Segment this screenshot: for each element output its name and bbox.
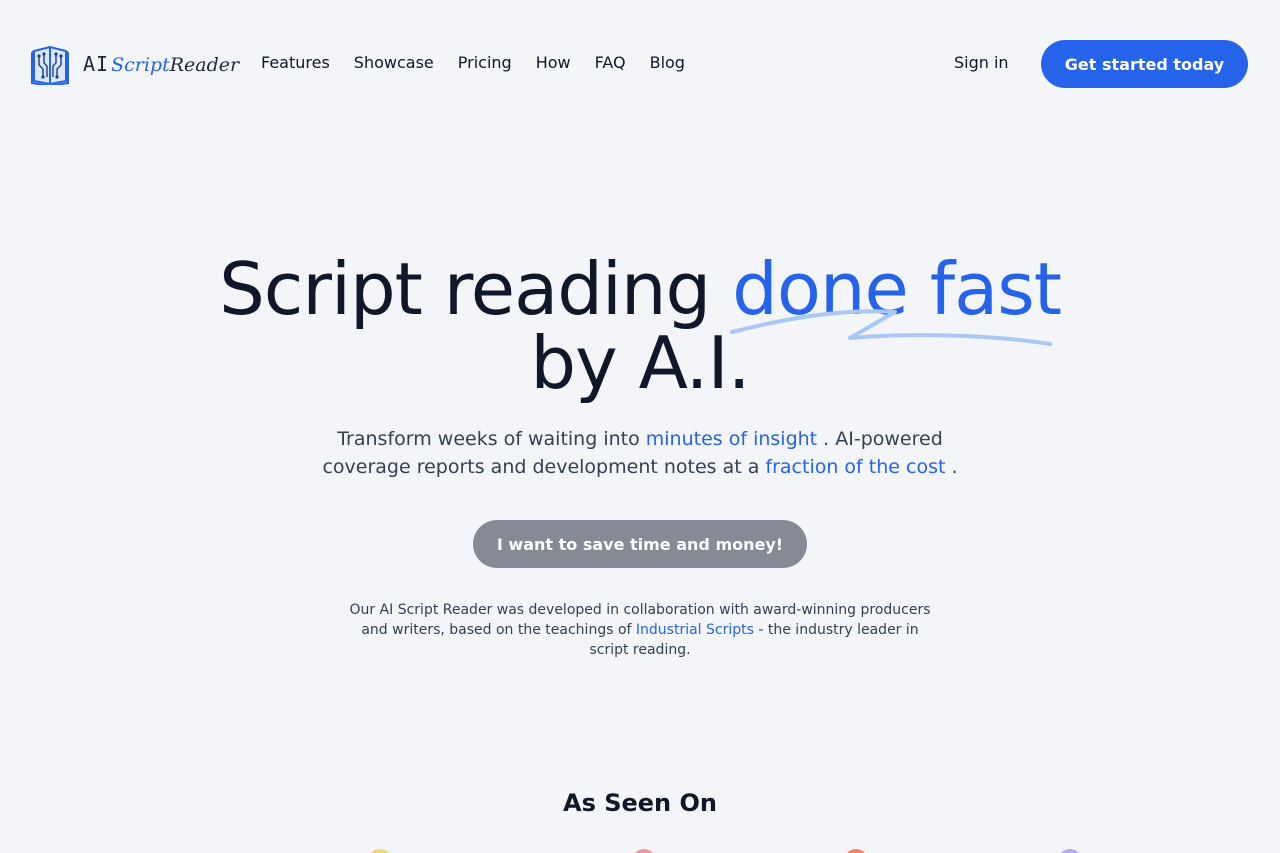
subtitle-highlight-insight: minutes of insight: [645, 428, 818, 450]
nav-faq[interactable]: FAQ: [595, 52, 626, 74]
hero-subtitle: Transform weeks of waiting into minutes …: [300, 425, 980, 481]
hero-title-part2: by A.I.: [530, 321, 750, 405]
nav-blog[interactable]: Blog: [650, 52, 685, 74]
press-logos-strip: [30, 846, 1250, 853]
sign-in-link[interactable]: Sign in: [954, 52, 1009, 74]
book-circuit-icon: [31, 45, 69, 85]
brand-logo[interactable]: AI Script Reader: [31, 43, 239, 85]
press-logo-4: [1058, 849, 1082, 853]
subtitle-part1: Transform weeks of waiting into: [337, 428, 646, 450]
brand-script: Script: [111, 54, 170, 76]
main-nav: Features Showcase Pricing How FAQ Blog: [261, 52, 685, 74]
save-time-money-button[interactable]: I want to save time and money!: [473, 520, 807, 568]
nav-how[interactable]: How: [536, 52, 571, 74]
hero-title-part1: Script reading: [219, 247, 733, 331]
site-header: AI Script Reader Features Showcase Prici…: [0, 0, 1280, 126]
as-seen-on-heading: As Seen On: [563, 789, 717, 817]
industrial-scripts-link[interactable]: Industrial Scripts: [636, 622, 754, 638]
collaboration-blurb: Our AI Script Reader was developed in co…: [340, 600, 940, 660]
press-logo-1: [368, 849, 392, 853]
hero-title: Script reading done fast by A.I.: [0, 252, 1280, 400]
nav-features[interactable]: Features: [261, 52, 330, 74]
press-logo-2: [632, 849, 656, 853]
nav-pricing[interactable]: Pricing: [458, 52, 512, 74]
brand-reader: Reader: [169, 54, 240, 76]
brand-ai: AI: [83, 52, 110, 76]
press-logo-3: [844, 849, 868, 853]
get-started-button[interactable]: Get started today: [1041, 40, 1248, 88]
hand-drawn-underline: [730, 309, 1052, 346]
nav-showcase[interactable]: Showcase: [354, 52, 434, 74]
subtitle-highlight-cost: fraction of the cost: [765, 456, 946, 478]
brand-wordmark: AI Script Reader: [83, 52, 239, 76]
subtitle-part3: .: [945, 456, 958, 478]
